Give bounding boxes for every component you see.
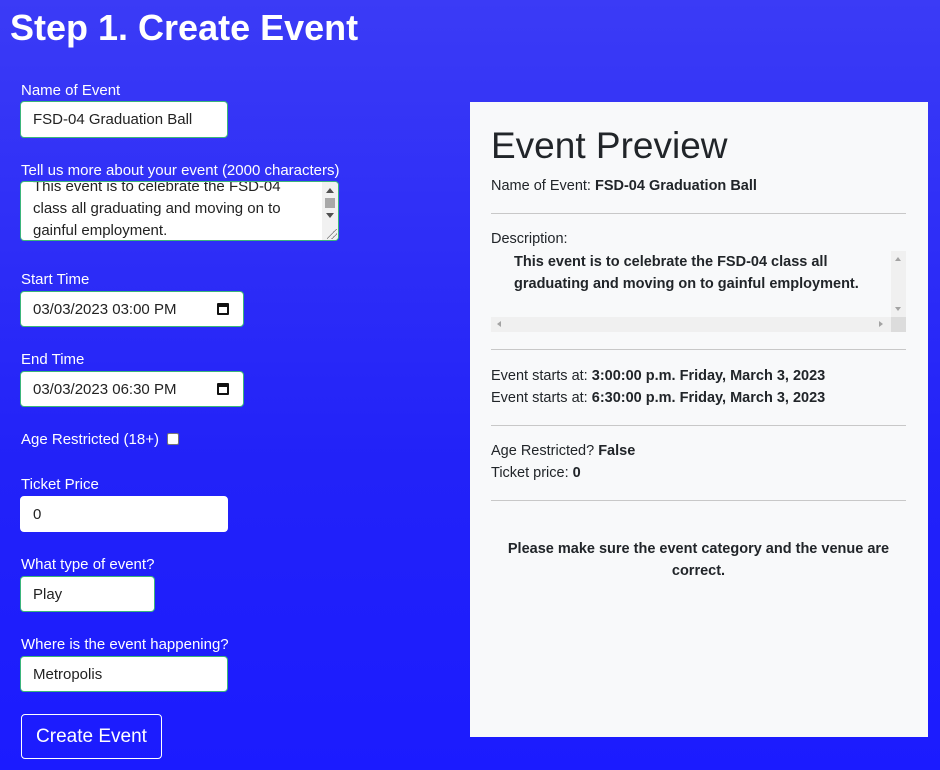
preview-end-label: Event starts at:	[491, 390, 588, 406]
calendar-icon[interactable]	[217, 383, 229, 395]
preview-age-row: Age Restricted? False	[491, 440, 635, 462]
preview-description-value: This event is to celebrate the FSD-04 cl…	[514, 254, 859, 292]
preview-end-row: Event starts at: 6:30:00 p.m. Friday, Ma…	[491, 387, 825, 409]
preview-name-row: Name of Event: FSD-04 Graduation Ball	[491, 175, 757, 197]
preview-description-box[interactable]: This event is to celebrate the FSD-04 cl…	[491, 251, 906, 335]
scroll-left-icon[interactable]	[497, 321, 501, 327]
scroll-up-icon[interactable]	[895, 257, 901, 261]
scroll-down-icon[interactable]	[326, 213, 334, 218]
name-label: Name of Event	[21, 82, 121, 99]
resize-grip-icon[interactable]	[327, 229, 337, 239]
preview-start-label: Event starts at:	[491, 368, 588, 384]
preview-description-vscroll[interactable]	[891, 251, 906, 317]
preview-name-label: Name of Event:	[491, 178, 591, 194]
divider	[491, 349, 906, 350]
preview-price-value: 0	[572, 465, 581, 481]
preview-end-value: 6:30:00 p.m. Friday, March 3, 2023	[591, 390, 826, 406]
scroll-down-icon[interactable]	[895, 307, 901, 311]
preview-price-label: Ticket price:	[491, 465, 569, 481]
end-time-label: End Time	[21, 351, 85, 368]
calendar-icon[interactable]	[217, 303, 229, 315]
preview-description-label: Description:	[491, 231, 568, 247]
description-label: Tell us more about your event (2000 char…	[21, 162, 340, 179]
preview-name-value: FSD-04 Graduation Ball	[594, 178, 757, 194]
scroll-thumb[interactable]	[325, 198, 335, 208]
preview-age-label: Age Restricted?	[491, 443, 595, 459]
ticket-price-value: 0	[33, 505, 42, 523]
event-type-value: Play	[33, 585, 63, 603]
page-title: Step 1. Create Event	[10, 7, 359, 48]
event-preview-panel: Event Preview Name of Event: FSD-04 Grad…	[470, 102, 928, 737]
ticket-price-label: Ticket Price	[21, 476, 99, 493]
venue-value: Metropolis	[33, 665, 103, 683]
scroll-right-icon[interactable]	[879, 321, 883, 327]
event-type-select[interactable]: Play	[20, 576, 155, 612]
start-time-value: 03/03/2023 03:00 PM	[33, 300, 177, 318]
event-type-label: What type of event?	[21, 556, 155, 573]
venue-label: Where is the event happening?	[21, 636, 229, 653]
preview-description-hscroll[interactable]	[491, 317, 891, 332]
venue-select[interactable]: Metropolis	[20, 656, 228, 692]
divider	[491, 500, 906, 501]
divider	[491, 425, 906, 426]
preview-title: Event Preview	[491, 125, 728, 166]
divider	[491, 213, 906, 214]
end-time-input[interactable]: 03/03/2023 06:30 PM	[20, 371, 244, 407]
scroll-corner	[891, 317, 906, 332]
description-textarea-value: This event is to celebrate the FSD-04 cl…	[33, 181, 281, 239]
start-time-input[interactable]: 03/03/2023 03:00 PM	[20, 291, 244, 327]
create-event-button[interactable]: Create Event	[21, 714, 162, 759]
age-restricted-label: Age Restricted (18+)	[21, 431, 159, 448]
event-name-input[interactable]: FSD-04 Graduation Ball	[20, 101, 228, 138]
preview-price-row: Ticket price: 0	[491, 462, 581, 484]
preview-start-row: Event starts at: 3:00:00 p.m. Friday, Ma…	[491, 365, 825, 387]
end-time-value: 03/03/2023 06:30 PM	[33, 380, 177, 398]
description-textarea[interactable]: This event is to celebrate the FSD-04 cl…	[20, 181, 339, 241]
preview-notice: Please make sure the event category and …	[507, 541, 890, 579]
ticket-price-input[interactable]: 0	[20, 496, 228, 532]
scroll-up-icon[interactable]	[326, 188, 334, 193]
age-restricted-checkbox[interactable]	[167, 433, 179, 445]
start-time-label: Start Time	[21, 271, 90, 288]
event-name-value: FSD-04 Graduation Ball	[33, 111, 193, 128]
preview-start-value: 3:00:00 p.m. Friday, March 3, 2023	[591, 368, 826, 384]
preview-age-value: False	[598, 443, 636, 459]
